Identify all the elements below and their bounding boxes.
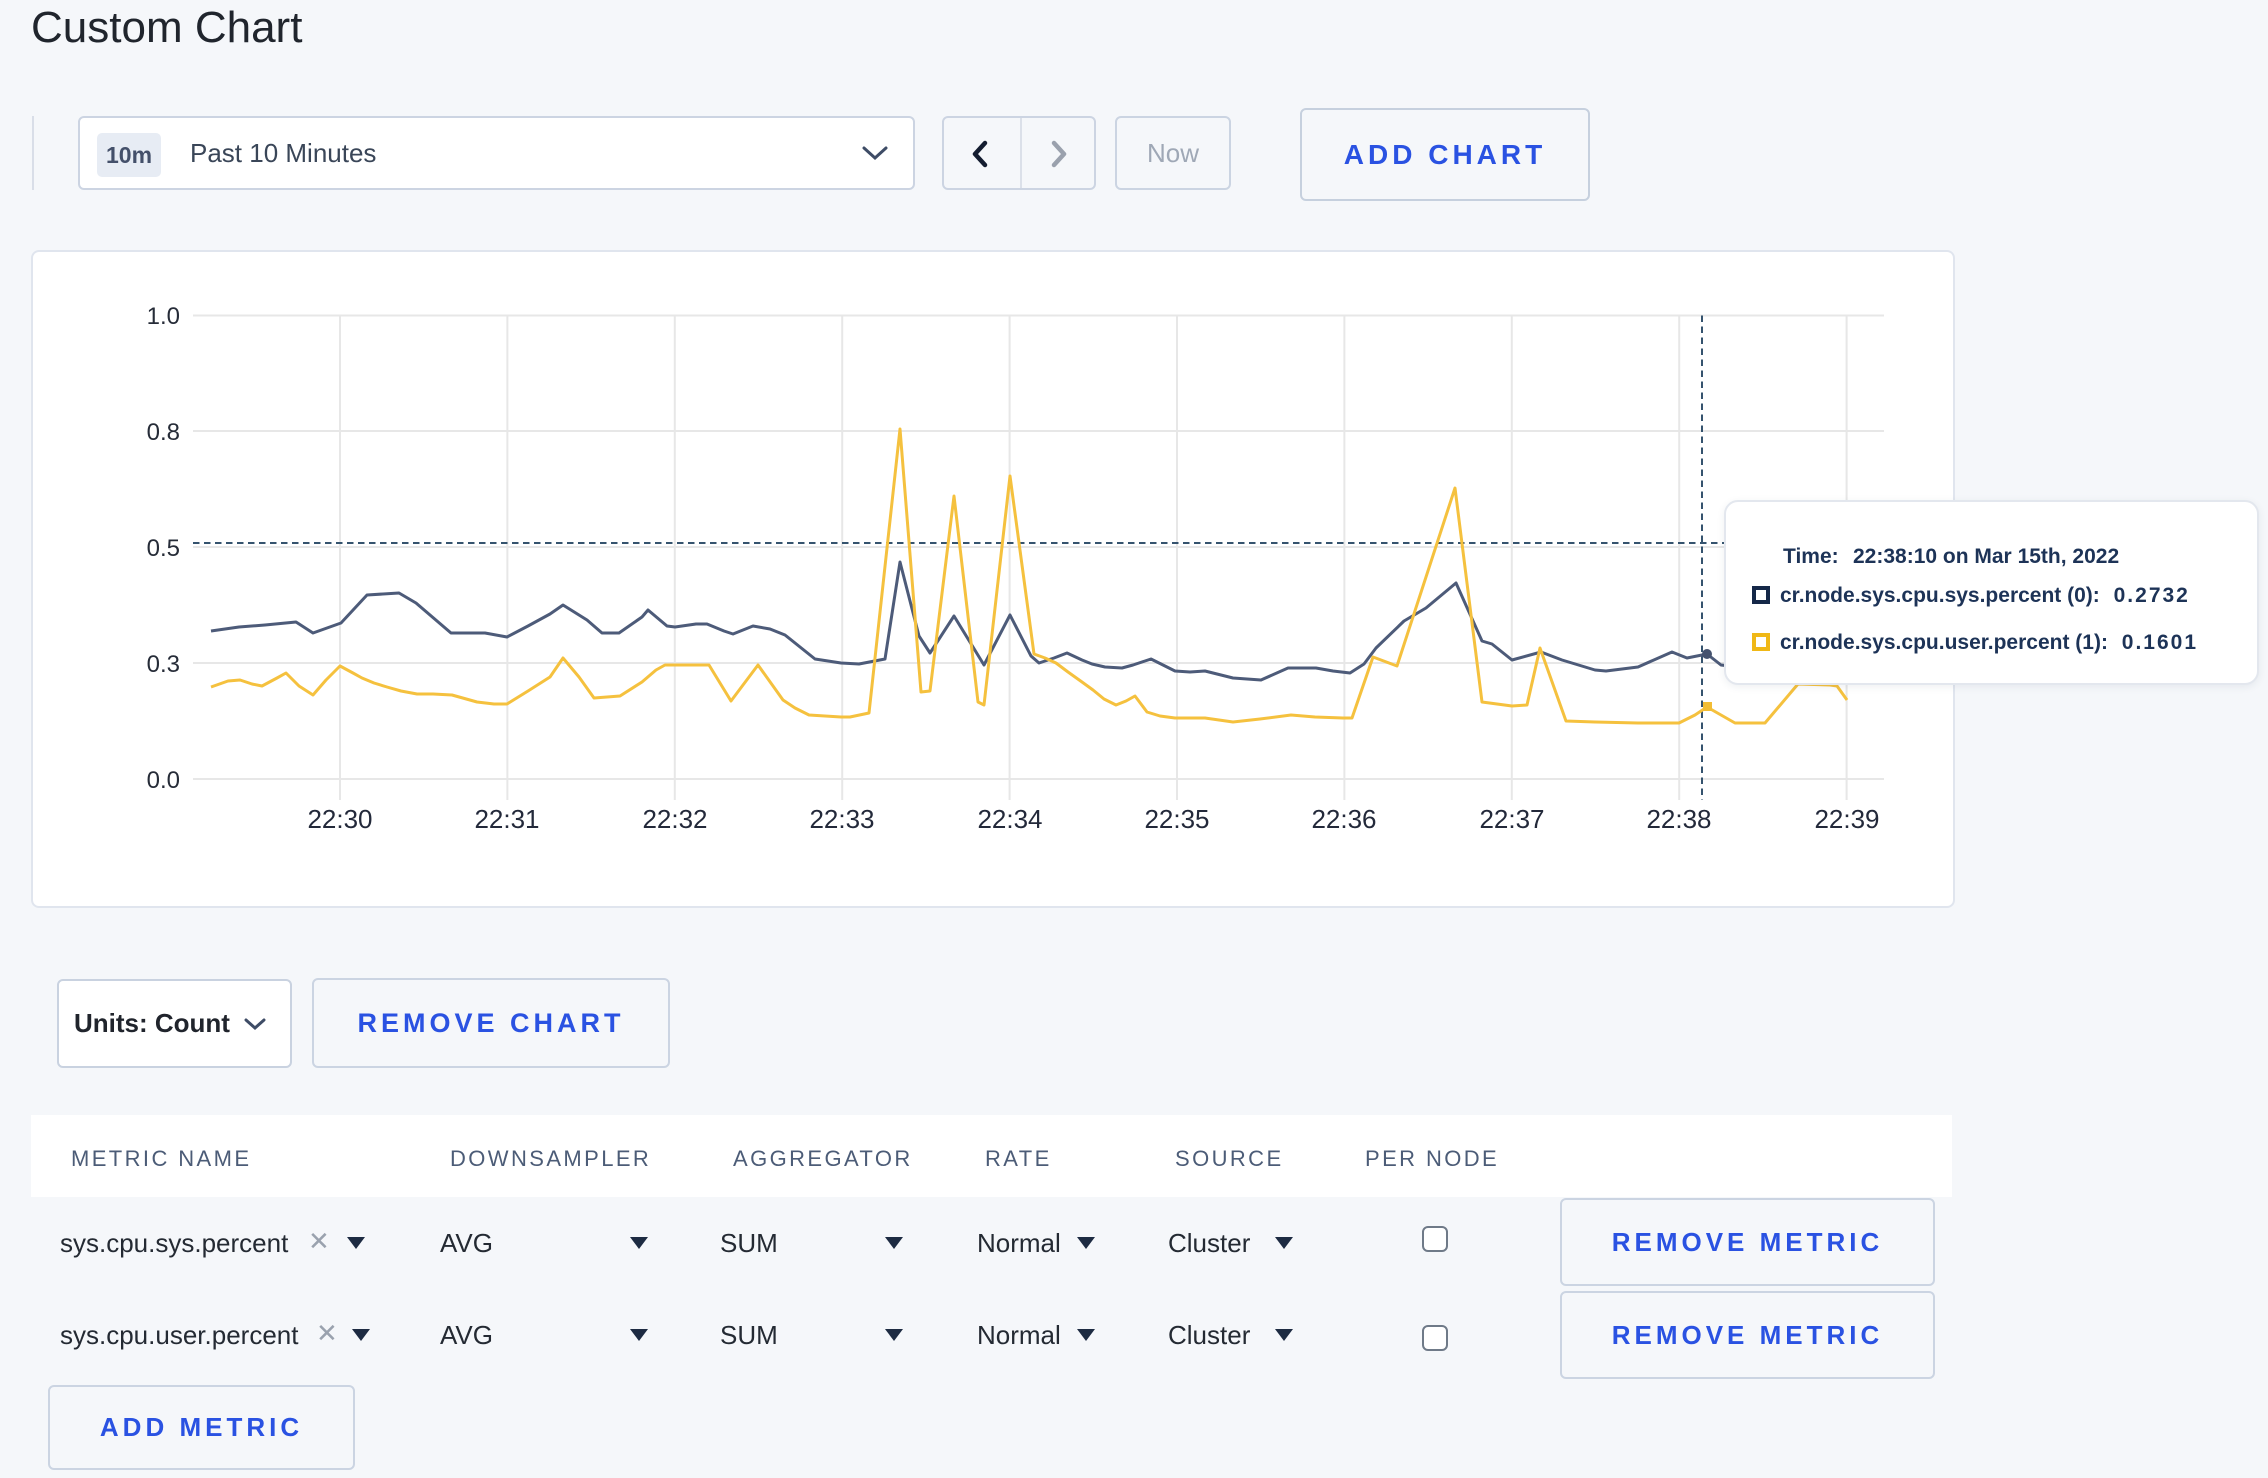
svg-text:0.8: 0.8: [147, 419, 180, 446]
svg-text:22:30: 22:30: [307, 804, 372, 834]
svg-text:22:35: 22:35: [1144, 804, 1209, 834]
svg-text:22:37: 22:37: [1479, 804, 1544, 834]
svg-text:22:39: 22:39: [1814, 804, 1879, 834]
svg-text:0.0: 0.0: [147, 767, 180, 794]
svg-text:0.5: 0.5: [147, 535, 180, 562]
svg-text:1.0: 1.0: [147, 303, 180, 330]
svg-text:0.3: 0.3: [147, 651, 180, 678]
svg-text:22:38: 22:38: [1646, 804, 1711, 834]
svg-text:22:34: 22:34: [977, 804, 1042, 834]
svg-text:22:36: 22:36: [1311, 804, 1376, 834]
svg-text:22:32: 22:32: [642, 804, 707, 834]
svg-text:22:31: 22:31: [474, 804, 539, 834]
svg-text:22:33: 22:33: [809, 804, 874, 834]
